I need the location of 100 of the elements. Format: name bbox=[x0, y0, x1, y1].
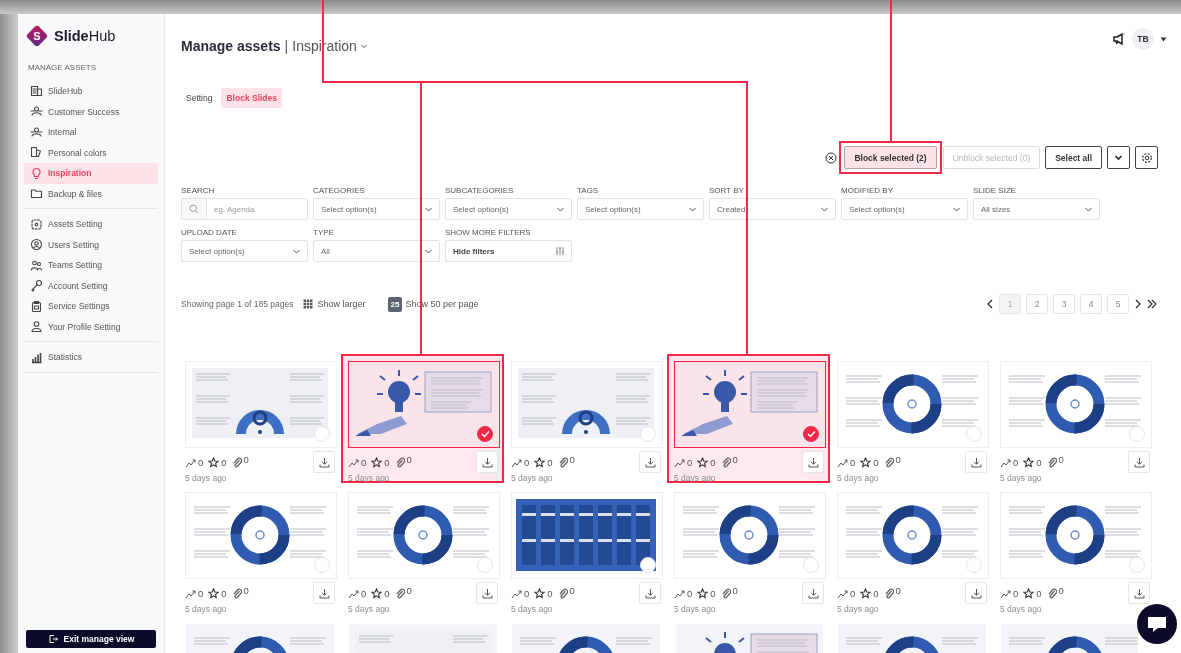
page-button[interactable]: 2 bbox=[1026, 294, 1048, 314]
sidebar-item[interactable]: SlideHub bbox=[24, 81, 158, 102]
download-button[interactable] bbox=[313, 582, 335, 604]
sidebar-item[interactable]: Your Profile Setting bbox=[24, 316, 158, 337]
chevron-left-icon[interactable] bbox=[986, 299, 994, 309]
trend-icon bbox=[348, 456, 359, 468]
slide-card[interactable]: 0 0 0 5 days ago bbox=[993, 485, 1156, 614]
checked-circle[interactable] bbox=[477, 426, 493, 442]
select-dropdown[interactable]: All bbox=[313, 240, 440, 262]
double-chevron-right-icon[interactable] bbox=[1147, 299, 1157, 309]
exit-button[interactable]: Exit manage view bbox=[26, 630, 156, 648]
slide-card[interactable]: 0 0 0 5 days ago bbox=[504, 485, 667, 614]
attachments-count: 0 bbox=[895, 453, 901, 465]
download-button[interactable] bbox=[802, 451, 824, 473]
attachments-count: 0 bbox=[406, 453, 412, 465]
slide-card[interactable]: 0 0 0 5 days ago bbox=[504, 354, 667, 483]
select-dropdown[interactable]: Select option(s) bbox=[841, 198, 968, 220]
slide-card[interactable]: 0 0 0 5 days ago bbox=[993, 354, 1156, 483]
download-button[interactable] bbox=[802, 582, 824, 604]
download-icon bbox=[644, 587, 656, 599]
slide-card[interactable]: 0 0 0 5 days ago bbox=[830, 354, 993, 483]
paperclip-icon bbox=[1046, 587, 1057, 599]
slide-card[interactable]: 0 0 0 5 days ago bbox=[178, 485, 341, 614]
star-icon bbox=[697, 456, 709, 468]
favorites-count: 0 bbox=[1036, 456, 1042, 468]
select-dropdown[interactable]: Created bbox=[709, 198, 836, 220]
page-button[interactable]: 4 bbox=[1080, 294, 1102, 314]
download-button[interactable] bbox=[639, 451, 661, 473]
download-button[interactable] bbox=[965, 582, 987, 604]
sidebar-item[interactable]: Assets Setting bbox=[24, 214, 158, 235]
download-button[interactable] bbox=[1128, 451, 1150, 473]
download-icon bbox=[1133, 587, 1145, 599]
views-count: 0 bbox=[1013, 456, 1019, 468]
tab[interactable]: Setting bbox=[181, 88, 218, 108]
chat-widget-button[interactable] bbox=[1137, 604, 1177, 644]
page-button[interactable]: 5 bbox=[1107, 294, 1129, 314]
upload-age: 5 days ago bbox=[185, 604, 227, 614]
caret-down-icon[interactable] bbox=[1160, 36, 1167, 42]
sidebar-item[interactable]: Users Setting bbox=[24, 234, 158, 255]
page-title: Manage assets bbox=[181, 38, 281, 54]
user-avatar[interactable]: TB bbox=[1132, 28, 1154, 50]
star-icon bbox=[534, 587, 546, 599]
action-button[interactable]: Select all bbox=[1045, 146, 1102, 169]
sidebar-item[interactable]: Customer Success bbox=[24, 101, 158, 122]
select-dropdown[interactable]: Select option(s) bbox=[577, 198, 704, 220]
sidebar-item[interactable]: Backup & files bbox=[24, 183, 158, 204]
per-page-badge: 25 bbox=[387, 296, 403, 312]
filter-label: UPLOAD DATE bbox=[181, 228, 238, 237]
download-button[interactable] bbox=[639, 582, 661, 604]
trend-icon bbox=[1000, 587, 1011, 599]
download-button[interactable] bbox=[476, 582, 498, 604]
search-field[interactable]: eg. Agenda bbox=[207, 198, 308, 220]
megaphone-icon[interactable] bbox=[1112, 32, 1126, 46]
slide-card[interactable]: 0 0 0 5 days ago bbox=[178, 354, 341, 483]
dropdown-button[interactable] bbox=[1107, 146, 1130, 169]
show-larger-button[interactable]: Show larger bbox=[303, 299, 366, 309]
select-dropdown[interactable]: Select option(s) bbox=[445, 198, 572, 220]
select-dropdown[interactable]: All sizes bbox=[973, 198, 1100, 220]
sidebar-item[interactable]: Service Settings bbox=[24, 296, 158, 317]
checked-circle[interactable] bbox=[803, 426, 819, 442]
views-count: 0 bbox=[198, 456, 204, 468]
sidebar-item[interactable]: Internal bbox=[24, 122, 158, 143]
user-icon bbox=[30, 320, 43, 334]
paperclip-icon bbox=[231, 456, 242, 468]
trend-icon bbox=[674, 456, 685, 468]
close-icon[interactable] bbox=[825, 151, 838, 164]
select-dropdown[interactable]: Select option(s) bbox=[181, 240, 308, 262]
filter-label: TYPE bbox=[313, 228, 335, 237]
sliders-icon bbox=[555, 246, 565, 256]
trend-icon bbox=[511, 456, 522, 468]
grid-icon bbox=[303, 299, 314, 309]
slide-card[interactable]: 0 0 0 5 days ago bbox=[341, 485, 504, 614]
filter-label: SLIDE SIZE bbox=[973, 186, 1018, 195]
chevron-right-icon[interactable] bbox=[1134, 299, 1142, 309]
sidebar-item[interactable]: Statistics bbox=[24, 347, 158, 368]
action-button[interactable]: Block selected (2) bbox=[844, 146, 937, 169]
sidebar-item[interactable]: Personal colors bbox=[24, 142, 158, 163]
slide-card[interactable]: 0 0 0 5 days ago bbox=[667, 485, 830, 614]
download-button[interactable] bbox=[965, 451, 987, 473]
slide-card[interactable]: 0 0 0 5 days ago bbox=[830, 485, 993, 614]
dotted-square-icon bbox=[30, 217, 43, 231]
sidebar-item[interactable]: Teams Setting bbox=[24, 255, 158, 276]
download-icon bbox=[970, 587, 982, 599]
paperclip-icon bbox=[720, 587, 731, 599]
filter-toggle-button[interactable]: Hide filters bbox=[445, 240, 572, 262]
select-dropdown[interactable]: Select option(s) bbox=[313, 198, 440, 220]
download-button[interactable] bbox=[476, 451, 498, 473]
trend-icon bbox=[185, 587, 196, 599]
chevron-down-icon bbox=[359, 42, 368, 50]
download-button[interactable] bbox=[1128, 582, 1150, 604]
sidebar-item[interactable]: Account Setting bbox=[24, 275, 158, 296]
views-count: 0 bbox=[198, 587, 204, 599]
paperclip-icon bbox=[394, 456, 405, 468]
page-button[interactable]: 3 bbox=[1053, 294, 1075, 314]
views-count: 0 bbox=[524, 456, 530, 468]
logo-text: SlideHub bbox=[54, 28, 116, 44]
download-button[interactable] bbox=[313, 451, 335, 473]
settings-button[interactable] bbox=[1135, 146, 1158, 169]
slide-card[interactable]: 0 0 0 5 days ago bbox=[667, 354, 830, 483]
slide-card[interactable]: 0 0 0 5 days ago bbox=[341, 354, 504, 483]
